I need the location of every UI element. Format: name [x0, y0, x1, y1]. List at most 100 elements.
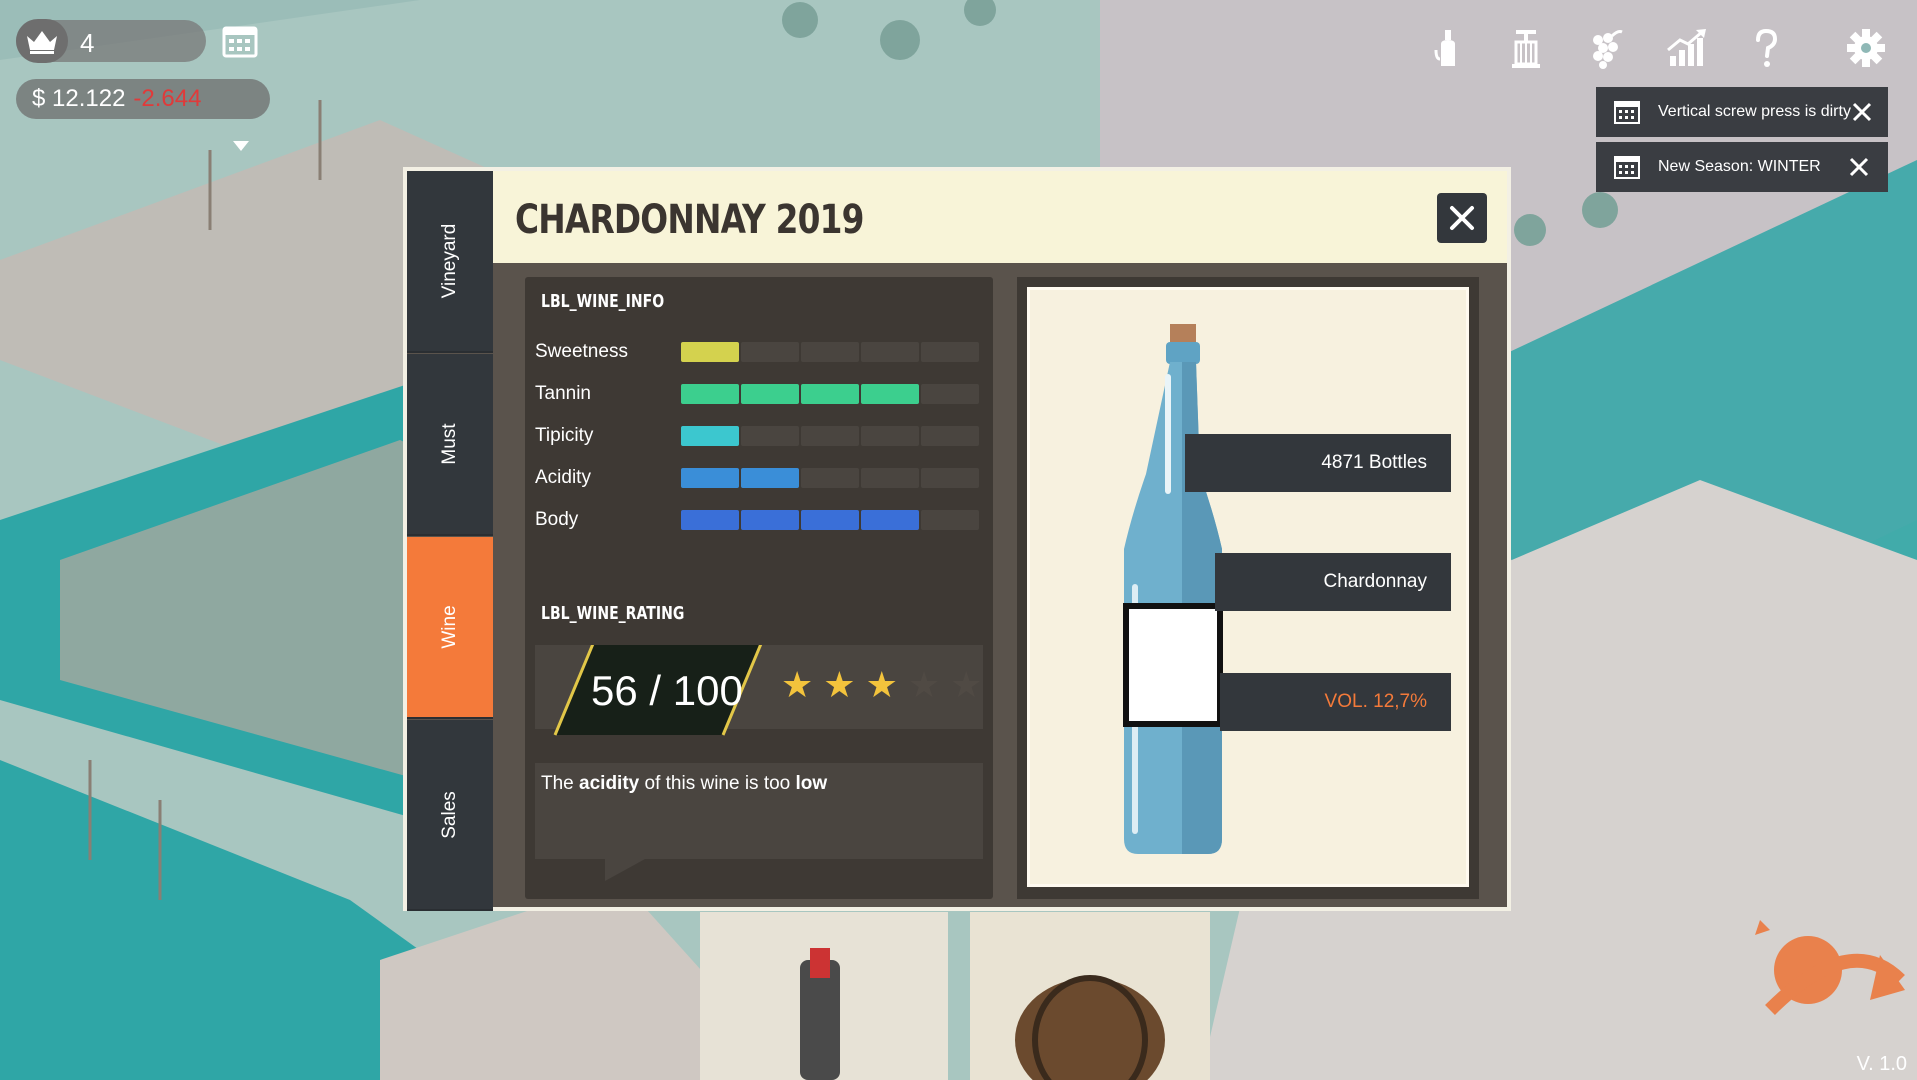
wine-details-dialog: Vineyard Must Wine Sales CHARDONNAY 2019…	[403, 167, 1511, 911]
tab-label: Sales	[439, 790, 460, 839]
close-icon	[1450, 206, 1474, 230]
rating-box: 56 / 100 ★ ★ ★ ★ ★	[535, 645, 983, 736]
bottle-count-tag: 4871 Bottles	[1185, 434, 1451, 492]
bar-segment-filled	[801, 510, 859, 530]
calendar-icon[interactable]	[222, 24, 258, 58]
money-value: $ 12.122	[32, 85, 126, 112]
bar-segment-filled	[681, 426, 739, 446]
comment-emphasis: low	[795, 773, 828, 794]
expand-arrow-icon[interactable]	[233, 141, 249, 151]
bar-segment-empty	[921, 426, 979, 446]
close-icon[interactable]	[1848, 156, 1870, 178]
attribute-name: Acidity	[535, 467, 591, 488]
tab-vineyard[interactable]: Vineyard	[407, 171, 493, 353]
bar-segment-filled	[741, 510, 799, 530]
bar-segment-filled	[741, 468, 799, 488]
grapes-icon[interactable]	[1584, 26, 1628, 70]
bar-segment-filled	[681, 384, 739, 404]
attribute-row: Body	[535, 507, 985, 533]
bar-segment-empty	[801, 468, 859, 488]
attribute-level-bar	[681, 510, 979, 530]
help-icon[interactable]	[1744, 26, 1788, 70]
bar-segment-filled	[741, 384, 799, 404]
volume-tag: VOL. 12,7%	[1220, 673, 1451, 731]
bar-segment-empty	[921, 342, 979, 362]
alcohol-volume: VOL. 12,7%	[1324, 691, 1427, 712]
bar-segment-filled	[681, 342, 739, 362]
bar-segment-filled	[861, 510, 919, 530]
close-icon[interactable]	[1851, 101, 1873, 123]
crown-icon	[16, 19, 68, 63]
side-tabs: Vineyard Must Wine Sales	[407, 171, 493, 911]
star-empty-icon: ★	[950, 664, 983, 705]
attribute-name: Sweetness	[535, 341, 628, 362]
wine-score: 56 / 100	[591, 667, 743, 714]
star-filled-icon: ★	[865, 664, 898, 705]
attribute-level-bar	[681, 468, 979, 488]
tab-must[interactable]: Must	[407, 354, 493, 536]
attribute-row: Tannin	[535, 381, 985, 407]
attribute-name: Body	[535, 509, 579, 530]
attribute-level-bar	[681, 426, 979, 446]
bar-segment-empty	[861, 342, 919, 362]
attribute-row: Tipicity	[535, 423, 985, 449]
tab-wine[interactable]: Wine	[407, 537, 493, 719]
bar-segment-filled	[861, 384, 919, 404]
bar-segment-empty	[861, 426, 919, 446]
bottle-card: 4871 Bottles Chardonnay VOL. 12,7%	[1027, 287, 1469, 887]
star-filled-icon: ★	[781, 664, 814, 705]
bottle-count: 4871 Bottles	[1321, 452, 1427, 473]
attribute-row: Acidity	[535, 465, 985, 491]
grape-variety: Chardonnay	[1323, 571, 1427, 592]
bar-segment-empty	[861, 468, 919, 488]
bar-segment-empty	[921, 468, 979, 488]
tab-sales[interactable]: Sales	[407, 720, 493, 911]
bar-segment-empty	[801, 426, 859, 446]
bar-segment-empty	[801, 342, 859, 362]
wine-info-panel: LBL_WINE_INFO Sweetness Tannin Tipicity Aci…	[525, 277, 993, 899]
tab-label: Wine	[439, 605, 460, 649]
close-dialog-button[interactable]	[1437, 193, 1487, 243]
attribute-level-bar	[681, 342, 979, 362]
dialog-header: CHARDONNAY 2019	[493, 171, 1507, 263]
attribute-row: Sweetness	[535, 339, 985, 365]
money-display: $ 12.122 -2.644	[16, 79, 270, 119]
bottle-panel: 4871 Bottles Chardonnay VOL. 12,7%	[1017, 277, 1479, 899]
calendar-icon	[1614, 156, 1640, 179]
version-label: V. 1.0	[1856, 1053, 1907, 1075]
statistics-icon[interactable]	[1664, 26, 1708, 70]
settings-icon[interactable]	[1844, 26, 1888, 70]
bar-segment-filled	[801, 384, 859, 404]
bar-segment-filled	[681, 510, 739, 530]
dialog-title: CHARDONNAY 2019	[515, 197, 864, 243]
wine-comment: The acidity of this wine is too low	[535, 763, 983, 859]
money-delta: -2.644	[133, 85, 202, 112]
speech-bubble-tail	[605, 859, 645, 881]
attribute-level-bar	[681, 384, 979, 404]
notification-item[interactable]: Vertical screw press is dirty	[1596, 87, 1888, 137]
bar-segment-empty	[921, 510, 979, 530]
comment-text: The	[541, 773, 580, 794]
star-empty-icon: ★	[907, 664, 941, 705]
notification-item[interactable]: New Season: WINTER	[1596, 142, 1888, 192]
bar-segment-filled	[681, 468, 739, 488]
variety-tag: Chardonnay	[1215, 553, 1451, 611]
comment-text: of this wine is too	[639, 773, 796, 794]
attribute-name: Tannin	[535, 383, 591, 404]
bar-segment-empty	[741, 342, 799, 362]
bar-segment-empty	[741, 426, 799, 446]
tab-label: Vineyard	[439, 223, 460, 299]
wine-info-label: LBL_WINE_INFO	[541, 291, 665, 312]
notification-text: Vertical screw press is dirty	[1658, 103, 1851, 120]
wine-rating-label: LBL_WINE_RATING	[541, 603, 685, 624]
bar-segment-empty	[921, 384, 979, 404]
comment-emphasis: acidity	[579, 773, 640, 794]
notification-text: New Season: WINTER	[1658, 158, 1821, 175]
player-level: 4	[80, 28, 95, 58]
attribute-name: Tipicity	[535, 425, 594, 446]
wine-bottle-icon[interactable]	[1426, 26, 1470, 70]
calendar-icon	[1614, 101, 1640, 124]
star-filled-icon: ★	[823, 664, 856, 705]
tab-label: Must	[439, 423, 460, 465]
press-icon[interactable]	[1504, 26, 1548, 70]
